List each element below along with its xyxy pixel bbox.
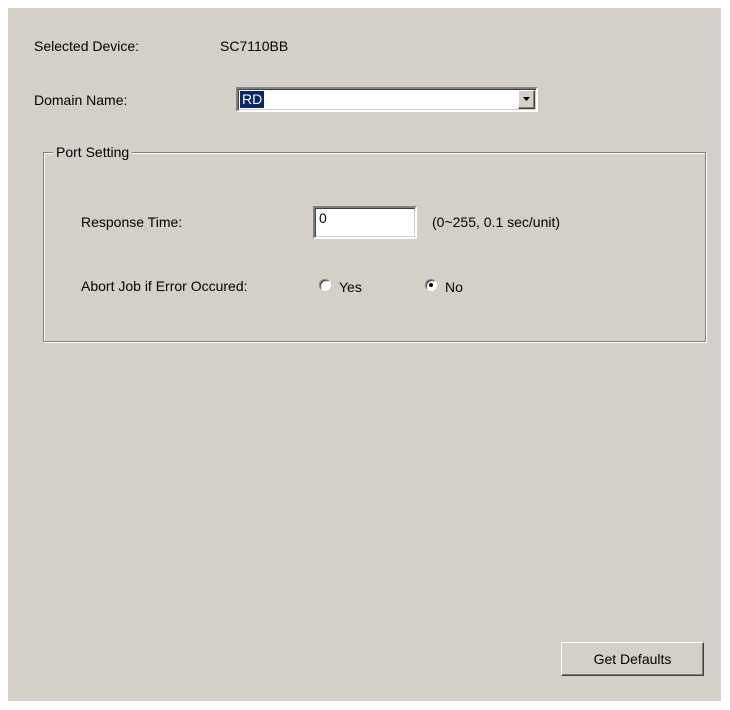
settings-panel: Selected Device: SC7110BB Domain Name: R… (8, 8, 722, 702)
port-setting-group (43, 152, 706, 342)
response-time-label: Response Time: (81, 214, 183, 230)
abort-job-label: Abort Job if Error Occured: (81, 278, 248, 294)
response-time-hint: (0~255, 0.1 sec/unit) (432, 214, 561, 230)
domain-name-dropdown-button[interactable] (518, 90, 535, 109)
domain-name-selected-value: RD (240, 91, 265, 108)
abort-job-no-radio[interactable] (425, 279, 437, 291)
response-time-input[interactable]: 0 (313, 206, 417, 239)
port-setting-title: Port Setting (53, 144, 133, 160)
selected-device-value: SC7110BB (220, 38, 289, 54)
abort-job-no-label[interactable]: No (445, 279, 463, 295)
selected-device-label: Selected Device: (34, 38, 140, 54)
radio-selected-dot (429, 283, 433, 287)
abort-job-yes-label[interactable]: Yes (339, 279, 362, 295)
get-defaults-button[interactable]: Get Defaults (561, 642, 704, 676)
domain-name-label: Domain Name: (34, 92, 128, 108)
domain-name-combobox[interactable]: RD (236, 87, 538, 112)
chevron-down-icon (523, 97, 530, 101)
abort-job-yes-radio[interactable] (319, 279, 331, 291)
